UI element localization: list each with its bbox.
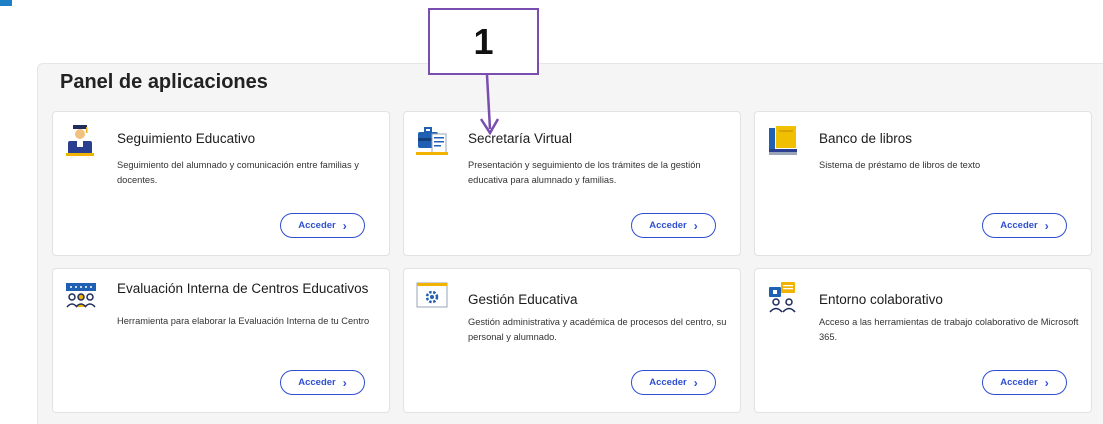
group-evaluation-icon	[65, 281, 96, 311]
card-description: Presentación y seguimiento de los trámit…	[468, 160, 701, 185]
card-title: Entorno colaborativo	[819, 292, 943, 307]
chat-people-icon	[767, 281, 797, 313]
button-label: Acceder	[649, 220, 687, 231]
page-title: Panel de aplicaciones	[60, 71, 268, 93]
gear-screen-icon	[416, 281, 448, 311]
app-panel-screen: Panel de aplicaciones Seguimiento Educat…	[0, 0, 1103, 424]
app-card-gestion-educativa: Gestión Educativa Gestión administrativa…	[403, 268, 741, 413]
annotation-arrow-icon	[479, 75, 500, 136]
app-card-banco-de-libros: Banco de libros Sistema de préstamo de l…	[754, 111, 1092, 256]
acceder-button[interactable]: Acceder ›	[982, 213, 1067, 238]
button-label: Acceder	[298, 377, 336, 388]
button-label: Acceder	[298, 220, 336, 231]
card-description: Herramienta para elaborar la Evaluación …	[117, 316, 370, 326]
card-description: Sistema de préstamo de libros de texto	[819, 160, 981, 170]
card-description: Seguimiento del alumnado y comunicación …	[117, 160, 359, 185]
chevron-right-icon: ›	[342, 218, 347, 233]
acceder-button[interactable]: Acceder ›	[982, 370, 1067, 395]
card-description: Acceso a las herramientas de trabajo col…	[819, 317, 1079, 342]
corner-mark	[0, 0, 12, 6]
button-label: Acceder	[649, 377, 687, 388]
card-title: Banco de libros	[819, 131, 913, 146]
app-card-seguimiento-educativo: Seguimiento Educativo Seguimiento del al…	[52, 111, 390, 256]
annotation-callout: 1	[428, 8, 539, 75]
acceder-button[interactable]: Acceder ›	[280, 213, 365, 238]
card-title: Seguimiento Educativo	[117, 131, 256, 146]
chevron-right-icon: ›	[1044, 218, 1049, 233]
card-title: Gestión Educativa	[468, 292, 578, 307]
app-card-evaluacion-interna: Evaluación Interna de Centros Educativos…	[52, 268, 390, 413]
app-card-secretaria-virtual: Secretaría Virtual Presentación y seguim…	[403, 111, 741, 256]
card-description: Gestión administrativa y académica de pr…	[468, 317, 727, 342]
button-label: Acceder	[1000, 377, 1038, 388]
chevron-right-icon: ›	[693, 218, 698, 233]
briefcase-document-icon	[416, 124, 448, 155]
acceder-button[interactable]: Acceder ›	[631, 213, 716, 238]
books-icon	[767, 124, 797, 155]
chevron-right-icon: ›	[342, 375, 347, 390]
acceder-button[interactable]: Acceder ›	[631, 370, 716, 395]
chevron-right-icon: ›	[1044, 375, 1049, 390]
button-label: Acceder	[1000, 220, 1038, 231]
acceder-button[interactable]: Acceder ›	[280, 370, 365, 395]
chevron-right-icon: ›	[693, 375, 698, 390]
graduate-icon	[65, 124, 95, 156]
app-card-entorno-colaborativo: Entorno colaborativo Acceso a las herram…	[754, 268, 1092, 413]
card-title: Evaluación Interna de Centros Educativos	[117, 281, 369, 296]
